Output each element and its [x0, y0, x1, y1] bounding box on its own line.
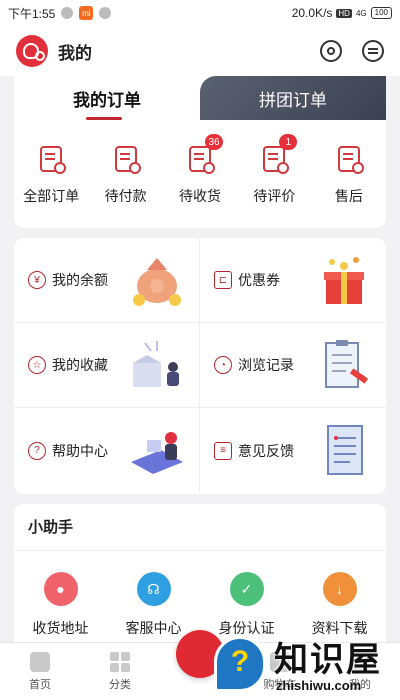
pending-receipt-icon: 36 — [189, 134, 224, 174]
headset-icon: ☊ — [136, 572, 171, 606]
order-label: 售后 — [334, 188, 363, 204]
gift-box-illustration — [324, 257, 364, 304]
assist-item-verify[interactable]: ✓ 身份认证 — [200, 572, 293, 638]
order-item-pending-payment[interactable]: 待付款 — [88, 146, 162, 206]
network-speed: 20.0K/s — [291, 6, 333, 20]
count-badge: 1 — [279, 134, 298, 150]
pending-payment-icon — [114, 146, 141, 174]
grid-item-coupon[interactable]: ⊏ 优惠券 — [200, 238, 386, 323]
page-header: 我的 — [0, 26, 400, 76]
category-icon — [110, 651, 130, 672]
notification-icon-2 — [99, 7, 112, 19]
grid-item-help[interactable]: ? 帮助中心 — [14, 408, 200, 493]
order-label: 待收货 — [179, 188, 222, 204]
watermark-text: 知识屋 — [274, 641, 382, 679]
question-bubble-icon — [214, 636, 266, 692]
assist-item-download[interactable]: ↓ 资料下载 — [293, 572, 386, 638]
order-item-pending-review[interactable]: 1 待评价 — [237, 134, 311, 206]
status-time: 下午1:55 — [8, 6, 56, 21]
grid-label: 意见反馈 — [238, 442, 294, 459]
nav-category[interactable]: 分类 — [80, 643, 160, 700]
money-bag-illustration — [133, 258, 181, 306]
watermark: 知识屋 zhishiwu.com — [208, 630, 400, 700]
order-item-pending-receipt[interactable]: 36 待收货 — [163, 134, 237, 206]
divider — [14, 550, 386, 551]
history-icon: ◔ — [214, 356, 232, 374]
grid-item-feedback[interactable]: ≡ 意见反馈 — [200, 408, 386, 493]
after-sales-icon — [337, 146, 364, 174]
order-label: 全部订单 — [23, 188, 80, 204]
message-icon[interactable] — [362, 40, 384, 62]
feedback-icon: ≡ — [214, 441, 232, 460]
assistant-row: ● 收货地址 ☊ 客服中心 ✓ 身份认证 ↓ 资料下载 — [14, 572, 386, 638]
tab-group-orders[interactable]: 拼团订单 — [200, 76, 386, 120]
status-bar: 下午1:55 mi 20.0K/s HD 4G 100 — [0, 0, 400, 26]
nav-label: 首页 — [29, 678, 51, 691]
watermark-url: zhishiwu.com — [276, 678, 362, 693]
support-desk-illustration — [131, 432, 183, 474]
grid-label: 帮助中心 — [52, 442, 108, 459]
document-illustration — [327, 425, 363, 475]
money-bag-icon: ¥ — [28, 271, 46, 289]
all-orders-icon — [40, 146, 67, 174]
battery-icon: 100 — [370, 7, 392, 19]
signal-icon: 4G — [355, 8, 367, 18]
notification-icon — [61, 7, 74, 19]
grid-label: 浏览记录 — [238, 357, 294, 373]
order-item-after-sales[interactable]: 售后 — [312, 146, 386, 206]
page-title: 我的 — [58, 43, 92, 63]
tab-my-orders[interactable]: 我的订单 — [14, 76, 200, 120]
assist-label: 收货地址 — [32, 620, 89, 636]
feature-grid: ¥ 我的余额 ⊏ 优惠券 ☆ 我的收藏 ◔ 浏览记录 ? 帮助中心 ≡ 意见反馈 — [14, 238, 386, 494]
mi-icon: mi — [79, 6, 94, 20]
count-badge: 36 — [205, 134, 224, 150]
order-card: 我的订单 拼团订单 全部订单 待付款 36 待收货 1 待评价 售后 — [14, 76, 386, 228]
help-icon: ? — [28, 441, 46, 460]
grid-item-favorites[interactable]: ☆ 我的收藏 — [14, 323, 200, 408]
avatar[interactable] — [16, 35, 48, 67]
assist-label: 客服中心 — [125, 620, 182, 636]
order-label: 待评价 — [253, 188, 296, 204]
order-item-all[interactable]: 全部订单 — [14, 146, 88, 206]
grid-label: 我的余额 — [52, 272, 108, 288]
nav-label: 分类 — [109, 678, 131, 691]
nav-home[interactable]: 首页 — [0, 643, 80, 700]
hd-icon: HD — [336, 8, 352, 18]
check-icon: ✓ — [229, 572, 264, 606]
order-status-row: 全部订单 待付款 36 待收货 1 待评价 售后 — [14, 120, 386, 206]
section-title: 小助手 — [28, 519, 74, 536]
assist-item-service[interactable]: ☊ 客服中心 — [107, 572, 200, 638]
location-pin-icon: ● — [43, 572, 78, 606]
grid-item-history[interactable]: ◔ 浏览记录 — [200, 323, 386, 408]
order-tabs: 我的订单 拼团订单 — [14, 76, 386, 120]
clipboard-illustration — [325, 340, 369, 388]
grid-label: 优惠券 — [238, 272, 280, 288]
assist-item-address[interactable]: ● 收货地址 — [14, 572, 107, 638]
home-icon — [30, 651, 50, 672]
cloud-download-icon: ↓ — [322, 572, 357, 606]
star-icon: ☆ — [28, 356, 46, 374]
pending-review-icon: 1 — [263, 134, 298, 174]
grid-item-balance[interactable]: ¥ 我的余额 — [14, 238, 200, 323]
order-label: 待付款 — [104, 188, 147, 204]
coupon-icon: ⊏ — [214, 271, 232, 289]
gear-icon[interactable] — [320, 40, 342, 62]
box-person-illustration — [133, 341, 179, 387]
grid-label: 我的收藏 — [52, 357, 108, 373]
